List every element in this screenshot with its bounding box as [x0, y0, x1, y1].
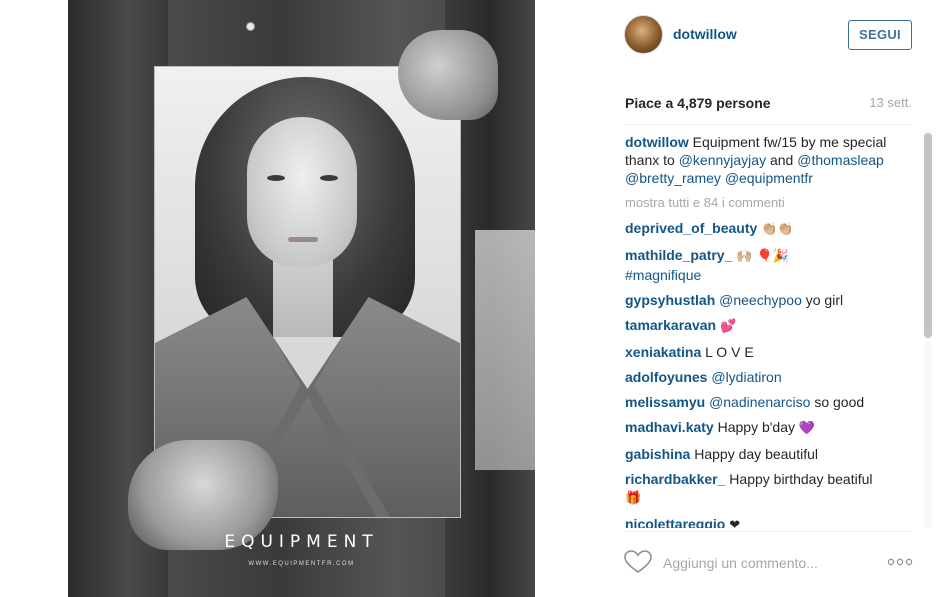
likes-count[interactable]: Piace a 4,879 persone	[625, 95, 771, 111]
celebration-emoji: 🙌🏼 🎈🎉	[736, 249, 789, 264]
caption: dotwillow Equipment fw/15 by me special …	[625, 133, 917, 187]
hashtag-link[interactable]: #magnifique	[625, 267, 701, 283]
gift-emoji: 🎁	[625, 491, 642, 506]
comment-username-link[interactable]: gabishina	[625, 446, 690, 462]
comment-item: madhavi.katy Happy b'day 💜	[625, 418, 917, 438]
add-comment-input[interactable]	[663, 552, 873, 574]
avatar[interactable]	[624, 15, 663, 54]
caption-text: and	[769, 152, 794, 168]
follow-button[interactable]: SEGUI	[848, 20, 912, 50]
brand-url: WWW.EQUIPMENTFR.COM	[248, 561, 355, 567]
comment-username-link[interactable]: mathilde_patry_	[625, 247, 732, 263]
comment-item: nicolettareggio ❤	[625, 515, 917, 528]
purple-heart-emoji: 💜	[798, 421, 816, 436]
comment-text: so good	[810, 394, 865, 410]
more-options-icon[interactable]	[887, 555, 913, 569]
mention-link[interactable]: @nadinenarciso	[709, 394, 810, 410]
portrait-face	[247, 117, 357, 267]
comment-item: melissamyu @nadinenarciso so good	[625, 393, 917, 411]
caption-username-link[interactable]: dotwillow	[625, 134, 689, 150]
photo-shirt-button	[246, 22, 255, 31]
heart-outline-icon[interactable]	[624, 550, 652, 574]
post-footer	[535, 540, 937, 588]
comment-username-link[interactable]: richardbakker_	[625, 471, 725, 487]
comment-username-link[interactable]: deprived_of_beauty	[625, 220, 757, 236]
comment-item: gypsyhustlah @neechypoo yo girl	[625, 291, 917, 309]
comment-text: L O V E	[701, 344, 754, 360]
mention-link[interactable]: @equipmentfr	[725, 170, 813, 186]
comment-username-link[interactable]: gypsyhustlah	[625, 292, 715, 308]
mention-link[interactable]: @lydiatiron	[711, 369, 781, 385]
mention-link[interactable]: @bretty_ramey	[625, 170, 721, 186]
post-timestamp[interactable]: 13 sett.	[869, 95, 912, 110]
load-more-comments-link[interactable]: mostra tutti e 84 i commenti	[625, 194, 917, 212]
comment-username-link[interactable]: nicolettareggio	[625, 516, 725, 528]
two-hearts-emoji: 💕	[719, 319, 737, 334]
comment-username-link[interactable]: madhavi.katy	[625, 419, 714, 435]
comment-text: Happy day beautiful	[690, 446, 818, 462]
comment-item: gabishina Happy day beautiful	[625, 445, 917, 463]
post-sidebar: dotwillow SEGUI Piace a 4,879 persone 13…	[535, 0, 937, 597]
comment-item: adolfoyunes @lydiatiron	[625, 368, 917, 386]
portrait-eye-right	[320, 175, 338, 181]
black-heart-emoji: ❤	[729, 518, 741, 528]
photo-window-light	[475, 230, 535, 470]
portrait-eye-left	[267, 175, 285, 181]
comment-list[interactable]: dotwillow Equipment fw/15 by me special …	[625, 133, 917, 528]
header-username-link[interactable]: dotwillow	[673, 26, 737, 42]
mention-link[interactable]: @neechypoo	[719, 292, 802, 308]
likes-row: Piace a 4,879 persone 13 sett.	[625, 95, 912, 113]
mention-link[interactable]: @thomasleap	[797, 152, 884, 168]
divider	[625, 124, 912, 125]
post-header: dotwillow SEGUI	[535, 0, 937, 70]
comment-item: tamarkaravan 💕	[625, 316, 917, 336]
comment-item: deprived_of_beauty 👏🏼👏🏼	[625, 219, 917, 239]
mention-link[interactable]: @kennyjayjay	[679, 152, 766, 168]
divider	[625, 531, 912, 532]
comment-username-link[interactable]: adolfoyunes	[625, 369, 707, 385]
portrait-mouth	[288, 237, 318, 242]
brand-wordmark: EQUIPMENT	[224, 532, 379, 552]
post-photo[interactable]: EQUIPMENT WWW.EQUIPMENTFR.COM	[68, 0, 535, 597]
comment-username-link[interactable]: tamarkaravan	[625, 317, 716, 333]
comment-text: Happy birthday beatiful	[725, 471, 873, 487]
portrait-neck	[273, 257, 333, 337]
comment-item: richardbakker_ Happy birthday beatiful 🎁	[625, 470, 917, 508]
comment-item: xeniakatina L O V E	[625, 343, 917, 361]
comment-username-link[interactable]: melissamyu	[625, 394, 705, 410]
comment-text: yo girl	[801, 292, 844, 308]
comment-text: Happy b'day	[713, 419, 799, 435]
comment-username-link[interactable]: xeniakatina	[625, 344, 701, 360]
comment-item: mathilde_patry_ 🙌🏼 🎈🎉 #magnifique	[625, 246, 917, 284]
clapping-hands-emoji: 👏🏼👏🏼	[761, 222, 794, 237]
comment-scrollbar-thumb[interactable]	[924, 133, 932, 338]
photo-hand-top	[398, 30, 498, 120]
